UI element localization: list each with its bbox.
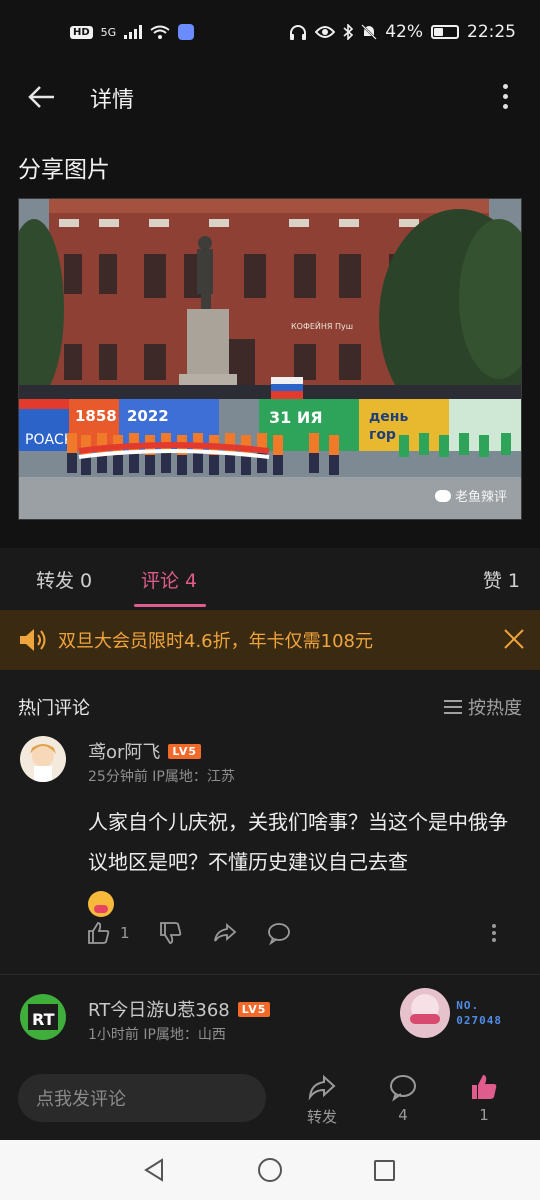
comment-body: 人家自个儿庆祝，关我们啥事？当这个是中俄争议地区是吧？不懂历史建议自己去查 xyxy=(88,810,508,874)
status-bar: HD 5G 42% 22:25 xyxy=(0,0,540,64)
network-type: 5G xyxy=(100,25,117,39)
level-badge: LV5 xyxy=(168,743,202,759)
wechat-icon xyxy=(434,489,451,502)
battery-icon xyxy=(431,25,459,39)
avatar[interactable]: RT xyxy=(20,994,66,1040)
banner-right-text-2: гор xyxy=(369,427,396,443)
comment-meta: 1小时前 IP属地：山西 xyxy=(88,1027,226,1043)
username-text: 鸢or阿飞 xyxy=(88,742,161,763)
level-badge: LV5 xyxy=(237,1001,271,1017)
repost-icon xyxy=(308,1074,336,1101)
banner-year-end: 2022 xyxy=(127,407,169,425)
promo-banner[interactable]: 双旦大会员限时4.6折，年卡仅需108元 xyxy=(0,610,540,670)
hot-comments-title: 热门评论 xyxy=(18,698,90,719)
like-post-count: 1 xyxy=(479,1106,489,1124)
banner-day-text: 31 ИЯ xyxy=(269,408,323,427)
thumbs-up-icon xyxy=(88,922,110,944)
wifi-icon xyxy=(150,25,170,39)
system-navigation-bar xyxy=(0,1140,540,1200)
comment-username[interactable]: RT今日游U惹368 LV5 xyxy=(88,996,271,1022)
svg-text:RT: RT xyxy=(32,1010,55,1029)
repost-button[interactable]: 转发 xyxy=(297,1072,347,1127)
banner-right-text: день xyxy=(369,409,408,425)
comment-input-bar: 点我发评论 转发 4 1 xyxy=(0,1062,540,1140)
watermark-text: 老鱼辣评 xyxy=(454,490,507,505)
like-post-button[interactable]: 1 xyxy=(459,1072,509,1124)
tab-like[interactable]: 赞 1 xyxy=(483,566,520,593)
reply-button[interactable] xyxy=(266,920,292,946)
status-left: HD 5G xyxy=(70,24,195,40)
comment-text: 人家自个儿庆祝，关我们啥事？当这个是中俄争议地区是吧？不懂历史建议自己去查 xyxy=(88,802,524,922)
mute-bell-icon xyxy=(361,24,377,40)
list-icon xyxy=(444,700,462,714)
battery-percent: 42% xyxy=(385,22,423,42)
medal-label: NO. xyxy=(456,999,480,1012)
banner-left-text: РОАСК xyxy=(25,432,74,448)
comment-username[interactable]: 鸢or阿飞 LV5 xyxy=(88,738,202,764)
like-button[interactable]: 1 xyxy=(86,920,130,946)
clock: 22:25 xyxy=(467,22,516,42)
nav-back-icon[interactable] xyxy=(142,1158,166,1182)
watermark: 老鱼辣评 xyxy=(434,486,507,505)
comment-count: 4 xyxy=(398,1106,408,1124)
post-tabs: 转发 0 评论 4 赞 1 xyxy=(0,548,540,610)
post-title: 分享图片 xyxy=(18,157,110,183)
divider xyxy=(0,974,540,975)
fan-medal: NO. 027048 xyxy=(400,988,502,1038)
avatar[interactable] xyxy=(20,736,66,782)
close-icon[interactable] xyxy=(502,627,526,651)
nav-home-icon[interactable] xyxy=(258,1158,282,1182)
comment-more-icon[interactable] xyxy=(492,924,496,942)
tab-repost[interactable]: 转发 0 xyxy=(36,566,92,593)
hug-emoji-icon xyxy=(88,890,114,917)
comment-actions: 1 xyxy=(86,920,320,946)
thumbs-down-icon xyxy=(159,922,181,944)
comment-input[interactable]: 点我发评论 xyxy=(18,1074,266,1122)
top-app-bar: 详情 xyxy=(0,64,540,128)
app-notification-icon xyxy=(178,24,195,40)
medal-avatar xyxy=(400,988,451,1038)
speaker-icon xyxy=(20,629,46,651)
more-options-icon[interactable] xyxy=(494,78,516,114)
chat-bubble-icon xyxy=(267,923,290,946)
bluetooth-icon xyxy=(343,24,354,40)
thumbs-up-filled-icon xyxy=(472,1075,497,1099)
sort-label: 按热度 xyxy=(468,698,522,719)
dislike-button[interactable] xyxy=(158,920,184,946)
post-image[interactable]: РОАСК 1858 2022 31 ИЯ день гор КОФЕЙНЯ П… xyxy=(18,198,522,520)
medal-number-text: 027048 xyxy=(456,1014,502,1027)
hd-indicator: HD xyxy=(70,25,93,39)
username-text: RT今日游U惹368 xyxy=(88,1000,230,1021)
eye-icon xyxy=(315,26,336,38)
share-icon xyxy=(213,923,236,942)
share-button[interactable] xyxy=(212,920,238,946)
tab-comment[interactable]: 评论 4 xyxy=(141,566,197,593)
like-count: 1 xyxy=(120,924,130,942)
banner-year-start: 1858 xyxy=(75,407,117,425)
back-arrow-icon[interactable] xyxy=(24,80,58,114)
comment-icon xyxy=(390,1075,416,1102)
headphones-icon xyxy=(290,25,307,40)
battery-fill xyxy=(434,28,443,36)
active-tab-indicator xyxy=(134,604,206,607)
parade-photo-illustration: РОАСК 1858 2022 31 ИЯ день гор КОФЕЙНЯ П… xyxy=(19,199,521,519)
comments-section: 热门评论 按热度 鸢or阿飞 LV5 25分钟前 IP属地：江苏 人家自个儿庆祝… xyxy=(0,670,540,1062)
sort-button[interactable]: 按热度 xyxy=(444,694,522,720)
medal-number: NO. 027048 xyxy=(456,998,502,1028)
building-sign-text: КОФЕЙНЯ Пуш xyxy=(291,320,353,331)
nav-recents-icon[interactable] xyxy=(374,1160,395,1181)
comment-button[interactable]: 4 xyxy=(378,1072,428,1124)
page-title: 详情 xyxy=(90,88,135,113)
comment-meta: 25分钟前 IP属地：江苏 xyxy=(88,769,235,785)
promo-text: 双旦大会员限时4.6折，年卡仅需108元 xyxy=(58,631,373,652)
signal-icon xyxy=(124,25,143,39)
repost-label: 转发 xyxy=(306,1108,337,1126)
status-right: 42% 22:25 xyxy=(289,22,516,42)
